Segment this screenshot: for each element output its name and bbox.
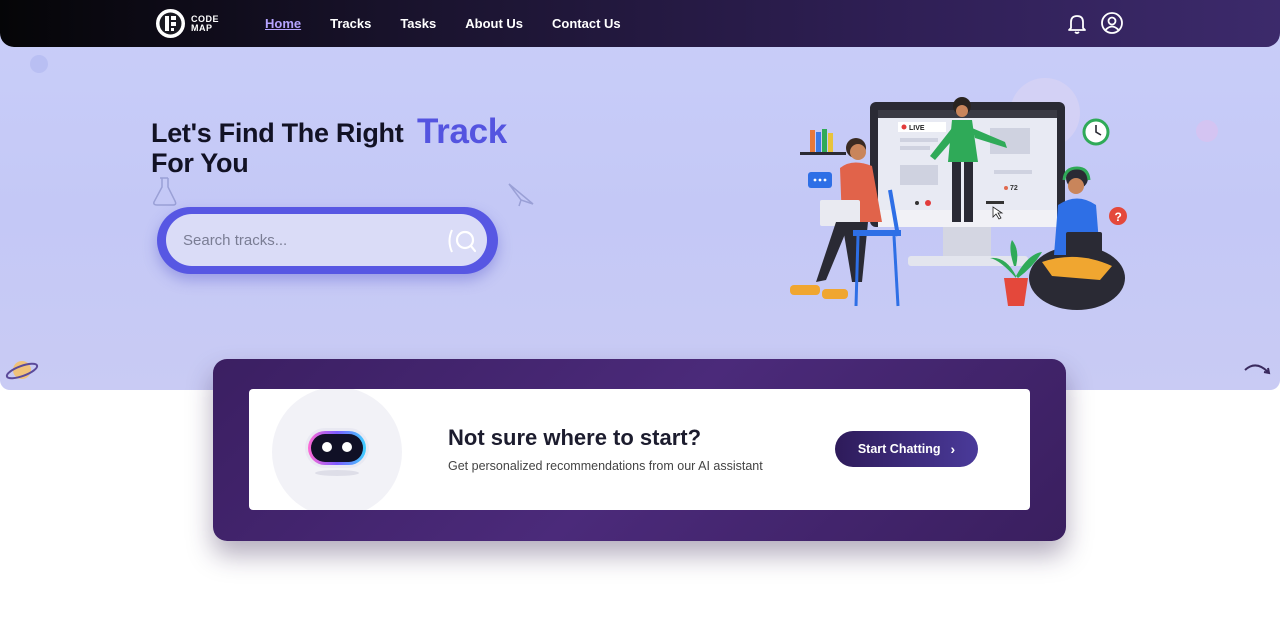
search-bar bbox=[157, 207, 498, 274]
monitor-base bbox=[908, 256, 1028, 266]
cta-subtitle: Get personalized recommendations from ou… bbox=[448, 459, 763, 473]
headline-line-2: For You bbox=[151, 148, 249, 178]
logo[interactable]: CODE MAP bbox=[156, 9, 225, 38]
plant-pot bbox=[1004, 278, 1028, 306]
start-chatting-label: Start Chatting bbox=[857, 442, 941, 456]
monitor-stand bbox=[943, 227, 991, 257]
logo-emblem-icon bbox=[159, 12, 182, 35]
nav-links: Home Tracks Tasks About Us Contact Us bbox=[265, 0, 650, 47]
start-chatting-button[interactable]: Start Chatting › bbox=[835, 431, 978, 467]
headline-accent: Track bbox=[417, 112, 507, 151]
ai-assistant-card: Not sure where to start? Get personalize… bbox=[249, 389, 1030, 510]
nav-home[interactable]: Home bbox=[265, 16, 301, 31]
robot-avatar-icon bbox=[305, 428, 369, 476]
user-profile-icon[interactable] bbox=[1100, 11, 1124, 35]
top-navbar: CODE MAP Home Tracks Tasks About Us Cont… bbox=[0, 0, 1280, 47]
live-badge: LIVE bbox=[909, 125, 925, 132]
flask-icon bbox=[153, 177, 177, 206]
page: Let's Find The Right For You Track LI bbox=[0, 0, 1280, 617]
bot-avatar-bg bbox=[272, 389, 402, 510]
headline-line-1: Let's Find The Right bbox=[151, 118, 404, 148]
ai-assistant-section: Not sure where to start? Get personalize… bbox=[213, 359, 1066, 541]
cta-title: Not sure where to start? bbox=[448, 425, 702, 450]
search-input[interactable] bbox=[166, 214, 487, 266]
decor-bubble bbox=[30, 55, 48, 73]
hero-illustration: LIVE 72 ? bbox=[790, 97, 1127, 310]
bell-icon[interactable] bbox=[1065, 11, 1089, 35]
logo-text: CODE MAP bbox=[191, 13, 220, 33]
hero-headline: Let's Find The Right For You Track bbox=[151, 114, 507, 178]
curved-arrow-icon bbox=[1244, 364, 1271, 375]
nav-contact-us[interactable]: Contact Us bbox=[552, 16, 621, 31]
decor-bubble bbox=[1196, 120, 1218, 142]
hero-section: Let's Find The Right For You Track LI bbox=[0, 0, 1280, 390]
paper-plane-icon bbox=[508, 183, 534, 207]
search-icon[interactable] bbox=[448, 227, 476, 255]
svg-text:?: ? bbox=[1115, 210, 1122, 224]
nav-tasks[interactable]: Tasks bbox=[400, 16, 436, 31]
laptop-right bbox=[1066, 232, 1102, 260]
chevron-right-icon: › bbox=[950, 441, 956, 457]
nav-about-us[interactable]: About Us bbox=[465, 16, 523, 31]
viewer-count: 72 bbox=[1010, 185, 1018, 192]
planet-icon bbox=[5, 361, 39, 380]
nav-tracks[interactable]: Tracks bbox=[330, 16, 371, 31]
logo-mark bbox=[156, 9, 185, 38]
